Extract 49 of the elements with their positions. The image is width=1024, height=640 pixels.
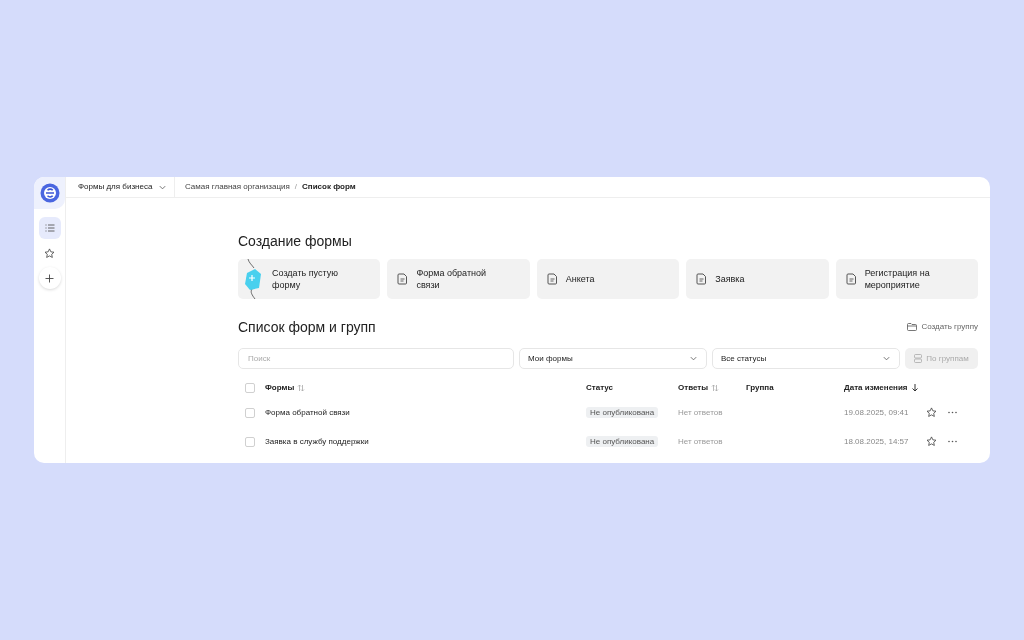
- template-card[interactable]: Заявка: [686, 259, 829, 299]
- breadcrumb-separator: /: [294, 181, 298, 193]
- document-icon: [696, 273, 708, 285]
- column-header[interactable]: Формы: [265, 381, 306, 394]
- document-icon: [845, 273, 857, 285]
- groups-icon: [914, 354, 923, 363]
- product-switcher[interactable]: Формы для бизнеса: [66, 177, 175, 197]
- star-icon[interactable]: [926, 436, 937, 447]
- table-cell: 18.08.2025, 14:57: [844, 436, 909, 446]
- status-badge: Не опубликована: [586, 435, 659, 447]
- section-title: Создание формы: [238, 233, 353, 249]
- status-badge: Не опубликована: [586, 406, 659, 418]
- document-icon: [546, 273, 558, 285]
- filter-dropdown[interactable]: Все статусы: [712, 348, 900, 369]
- breadcrumb: Список форм: [302, 181, 356, 193]
- plus-icon: [45, 273, 54, 283]
- filter-dropdown[interactable]: Мои формы: [519, 348, 707, 369]
- star-icon[interactable]: [44, 247, 55, 259]
- document-icon: [397, 273, 409, 285]
- form-name[interactable]: Форма обратной связи: [265, 407, 350, 417]
- create-group-button[interactable]: Создать группу: [907, 321, 978, 333]
- column-header: Группа: [746, 381, 774, 394]
- section-title: Список форм и групп: [238, 319, 376, 335]
- table-cell: Нет ответов: [678, 407, 723, 417]
- checkbox[interactable]: [245, 382, 255, 393]
- more-icon[interactable]: [948, 440, 957, 443]
- table-cell: 19.08.2025, 09:41: [844, 407, 909, 417]
- template-card[interactable]: Регистрация на мероприятие: [835, 259, 979, 299]
- template-card[interactable]: Создать пустую форму: [238, 259, 381, 299]
- column-header: Статус: [586, 381, 613, 394]
- table-cell: Нет ответов: [678, 436, 723, 446]
- breadcrumb[interactable]: Самая главная организация: [185, 181, 290, 193]
- checkbox[interactable]: [245, 436, 255, 447]
- form-name[interactable]: Заявка в службу поддержки: [265, 436, 369, 446]
- chevron-down-icon: [882, 354, 891, 363]
- star-icon[interactable]: [926, 407, 937, 418]
- add-button[interactable]: [38, 267, 61, 289]
- template-card[interactable]: Анкета: [536, 259, 680, 299]
- column-header[interactable]: Ответы: [678, 381, 720, 394]
- more-icon[interactable]: [948, 411, 957, 414]
- search-field[interactable]: Поиск: [238, 348, 514, 369]
- list-icon: [44, 224, 55, 232]
- column-header[interactable]: Дата изменения: [844, 381, 919, 394]
- arrow-down-icon[interactable]: [910, 383, 919, 392]
- logo-icon: [39, 183, 60, 203]
- chevron-down-icon: [689, 354, 698, 363]
- checkbox[interactable]: [245, 407, 255, 418]
- template-card[interactable]: Форма обратной связи: [387, 259, 530, 299]
- folder-icon: [907, 323, 918, 331]
